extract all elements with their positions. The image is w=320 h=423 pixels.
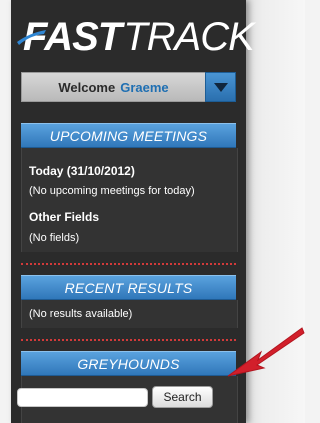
- other-fields-note: (No fields): [29, 232, 80, 244]
- upcoming-meetings-title: UPCOMING MEETINGS: [49, 128, 208, 144]
- section-divider: [21, 339, 236, 341]
- greyhounds-search-button[interactable]: Search: [152, 386, 213, 408]
- today-meetings-note: (No upcoming meetings for today): [29, 185, 195, 197]
- welcome-label[interactable]: Welcome Graeme: [21, 72, 205, 102]
- red-arrow-icon: [227, 327, 305, 377]
- logo-track-text: TRACK: [123, 15, 255, 59]
- other-fields-link[interactable]: Other Fields: [29, 210, 99, 224]
- greyhounds-search-input[interactable]: [17, 388, 148, 407]
- sidebar-panel: FASTTRACK Welcome Graeme UPCOMING MEETIN…: [11, 0, 255, 423]
- chevron-down-icon: [213, 82, 228, 92]
- recent-results-title: RECENT RESULTS: [64, 280, 193, 296]
- upcoming-meetings-header: UPCOMING MEETINGS: [21, 123, 236, 148]
- today-meetings-link[interactable]: Today (31/10/2012): [29, 164, 135, 178]
- recent-results-header: RECENT RESULTS: [21, 275, 236, 300]
- fasttrack-logo[interactable]: FASTTRACK: [23, 14, 255, 60]
- recent-results-note: (No results available): [29, 308, 133, 320]
- greyhounds-header: GREYHOUNDS: [21, 351, 236, 376]
- welcome-dropdown-button[interactable]: [205, 72, 236, 102]
- greyhounds-title: GREYHOUNDS: [77, 356, 180, 372]
- section-divider: [21, 263, 236, 265]
- recent-results-body: (No results available): [21, 300, 238, 328]
- logo-swoosh-icon: [17, 30, 46, 45]
- welcome-username: Graeme: [120, 79, 169, 95]
- upcoming-meetings-body: Today (31/10/2012) (No upcoming meetings…: [21, 148, 238, 252]
- welcome-bar[interactable]: Welcome Graeme: [21, 72, 236, 102]
- welcome-greeting: Welcome: [58, 79, 116, 95]
